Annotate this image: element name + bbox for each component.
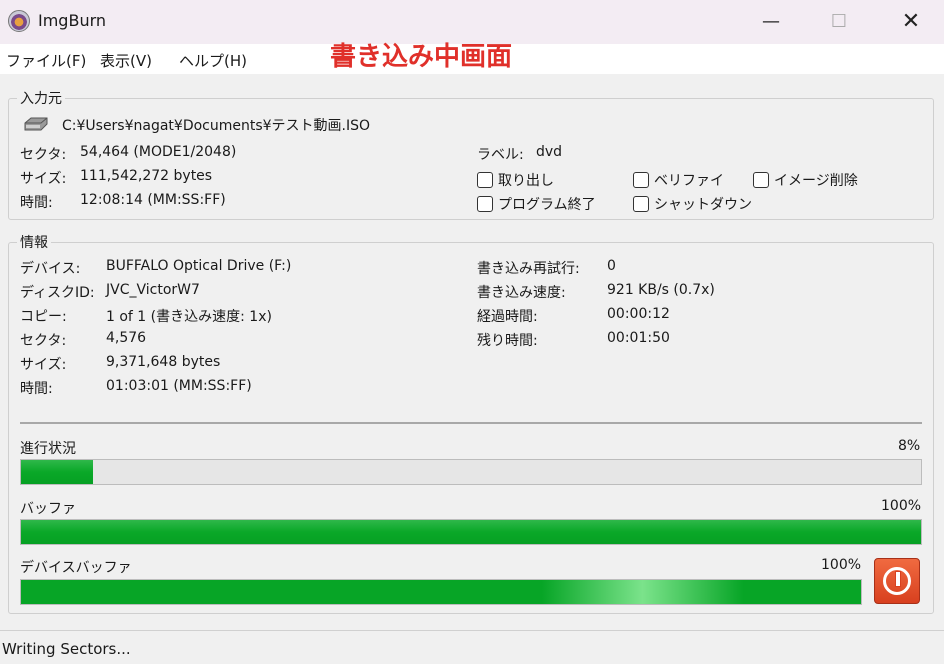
info-disc-id-value: JVC_VictorW7 (106, 282, 200, 298)
annotation-caption: 書き込み中画面 (330, 42, 513, 72)
info-size-label: サイズ: (20, 357, 67, 373)
close-button[interactable]: ✕ (888, 0, 934, 44)
checkbox-delete-image-box[interactable] (753, 172, 769, 188)
window-title: ImgBurn (38, 11, 107, 30)
info-sectors-label: セクタ: (20, 333, 67, 349)
info-size-value: 9,371,648 bytes (106, 354, 221, 370)
buffer-percent: 100% (881, 498, 922, 514)
progress-bar (20, 459, 922, 485)
info-copy-label: コピー: (20, 309, 67, 325)
menu-view[interactable]: 表示(V) (100, 50, 152, 71)
info-write-speed-value: 921 KB/s (0.7x) (607, 282, 715, 298)
progress-percent: 8% (898, 438, 921, 454)
info-remaining-label: 残り時間: (477, 333, 538, 349)
checkbox-shutdown-box[interactable] (633, 196, 649, 212)
info-write-speed-label: 書き込み速度: (477, 285, 566, 301)
maximize-button[interactable]: ☐ (816, 0, 862, 44)
imgburn-app-icon (8, 10, 30, 32)
info-legend: 情報 (20, 235, 48, 251)
volume-label-value: dvd (536, 144, 563, 160)
checkbox-shutdown-label: シャットダウン (654, 197, 752, 213)
checkbox-close-program-box[interactable] (477, 196, 493, 212)
checkbox-verify[interactable]: ベリファイ (633, 170, 724, 190)
device-buffer-bar-fill (21, 580, 861, 604)
device-buffer-label: デバイスバッファ (20, 560, 132, 576)
source-path: C:¥Users¥nagat¥Documents¥テスト動画.ISO (62, 118, 371, 134)
buffer-label: バッファ (20, 501, 76, 517)
source-sectors-value: 54,464 (MODE1/2048) (80, 144, 237, 160)
progress-bar-fill (21, 460, 93, 484)
checkbox-verify-label: ベリファイ (654, 173, 724, 189)
info-elapsed-value: 00:00:12 (607, 306, 670, 322)
status-text: Writing Sectors... (2, 640, 131, 658)
source-time-value: 12:08:14 (MM:SS:FF) (80, 192, 226, 208)
info-copy-value: 1 of 1 (書き込み速度: 1x) (106, 309, 272, 325)
info-time-label: 時間: (20, 381, 53, 397)
source-size-label: サイズ: (20, 171, 67, 187)
volume-label-label: ラベル: (477, 147, 524, 163)
drive-icon (24, 117, 48, 131)
source-time-label: 時間: (20, 195, 53, 211)
device-buffer-bar (20, 579, 862, 605)
checkbox-delete-image[interactable]: イメージ削除 (753, 170, 858, 190)
info-remaining-value: 00:01:50 (607, 330, 670, 346)
info-device-value: BUFFALO Optical Drive (F:) (106, 258, 292, 274)
menu-help[interactable]: ヘルプ(H) (179, 50, 247, 71)
info-disc-id-label: ディスクID: (20, 285, 95, 301)
source-legend: 入力元 (20, 91, 62, 107)
source-size-value: 111,542,272 bytes (80, 168, 213, 184)
checkbox-close-program-label: プログラム終了 (498, 197, 596, 213)
checkbox-eject-box[interactable] (477, 172, 493, 188)
info-write-retries-label: 書き込み再試行: (477, 261, 580, 277)
power-stop-icon-line (895, 571, 901, 587)
buffer-bar (20, 519, 922, 545)
checkbox-eject-label: 取り出し (498, 173, 554, 189)
checkbox-delete-image-label: イメージ削除 (774, 173, 858, 189)
status-bar: Writing Sectors... (0, 630, 944, 664)
checkbox-verify-box[interactable] (633, 172, 649, 188)
checkbox-eject[interactable]: 取り出し (477, 170, 554, 190)
menu-file[interactable]: ファイル(F) (6, 50, 86, 71)
info-sectors-value: 4,576 (106, 330, 147, 346)
info-device-label: デバイス: (20, 261, 81, 277)
buffer-bar-fill (21, 520, 921, 544)
info-time-value: 01:03:01 (MM:SS:FF) (106, 378, 252, 394)
checkbox-shutdown[interactable]: シャットダウン (633, 194, 752, 214)
info-elapsed-label: 経過時間: (477, 309, 538, 325)
checkbox-close-program[interactable]: プログラム終了 (477, 194, 596, 214)
progress-label: 進行状況 (20, 441, 76, 457)
info-divider (20, 422, 922, 424)
minimize-button[interactable]: — (748, 0, 794, 44)
device-buffer-percent: 100% (821, 557, 862, 573)
info-write-retries-value: 0 (607, 258, 616, 274)
stop-button[interactable] (874, 558, 920, 604)
source-sectors-label: セクタ: (20, 147, 67, 163)
